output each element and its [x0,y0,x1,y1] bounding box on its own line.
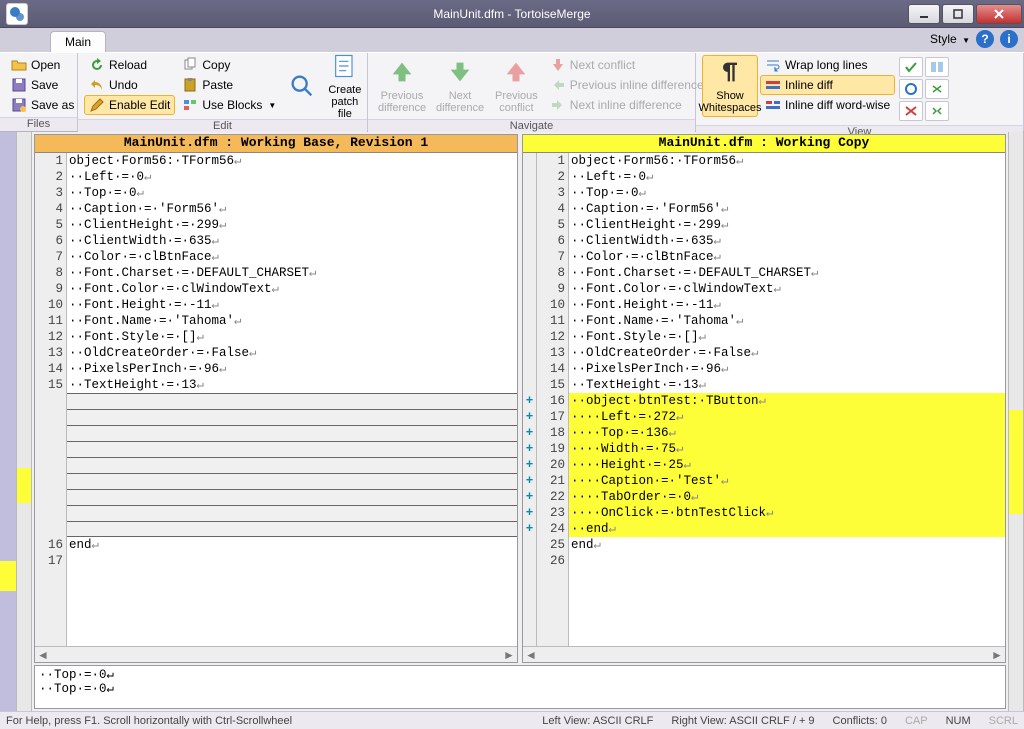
tab-main[interactable]: Main [50,31,106,52]
use-blocks-button[interactable]: Use Blocks▼ [177,95,281,115]
style-dropdown[interactable]: Style ▼ [930,32,970,46]
search-icon [288,72,316,100]
working-marker-gutter: +++++++++ [523,153,537,646]
inline-word-icon [765,97,781,113]
view-toggle-4[interactable] [925,79,949,99]
reload-button[interactable]: Reload [84,55,175,75]
base-hscroll[interactable]: ◄► [35,646,517,662]
next-inline-button[interactable]: Next inline difference [545,95,709,115]
ribbon-tabstrip: Main Style ▼ ? i [0,28,1024,52]
status-conflicts: Conflicts: 0 [833,715,887,727]
save-as-icon [11,97,27,113]
status-cap: CAP [905,715,928,727]
arrow-up-red-icon [502,58,530,86]
next-diff-button[interactable]: Next difference [432,55,488,117]
pencil-icon [89,97,105,113]
wrap-icon [765,57,781,73]
view-toggle-5[interactable] [899,101,923,121]
status-left-view: Left View: ASCII CRLF [542,715,653,727]
prev-inline-button[interactable]: Previous inline difference [545,75,709,95]
working-pane: MainUnit.dfm : Working Copy +++++++++ 12… [522,134,1006,663]
save-icon [11,77,27,93]
prev-conflict-button[interactable]: Previous conflict [490,55,543,117]
window-title: MainUnit.dfm - TortoiseMerge [0,7,1024,21]
copy-icon [182,57,198,73]
pilcrow-icon [716,58,744,86]
reload-icon [89,57,105,73]
working-pane-title: MainUnit.dfm : Working Copy [523,135,1005,153]
blocks-icon [182,97,198,113]
status-scrl: SCRL [989,715,1018,727]
base-code[interactable]: object·Form56:·TForm56↵··Left·=·0↵··Top·… [67,153,517,646]
open-button[interactable]: Open [6,55,79,75]
patch-icon [331,52,359,80]
undo-icon [89,77,105,93]
status-right-view: Right View: ASCII CRLF / + 9 [671,715,814,727]
working-code[interactable]: object·Form56:·TForm56↵··Left·=·0↵··Top·… [569,153,1005,646]
paste-button[interactable]: Paste [177,75,281,95]
bottom-merge-pane[interactable]: ··Top·=·0↵ ··Top·=·0↵ [34,665,1006,709]
status-help: For Help, press F1. Scroll horizontally … [6,715,292,727]
create-patch-button[interactable]: Create patch file [323,55,366,117]
next-conflict-button[interactable]: Next conflict [545,55,709,75]
ribbon: Open Save Save as Files Reload Undo Enab… [0,52,1024,132]
save-as-button[interactable]: Save as [6,95,79,115]
group-label-navigate: Navigate [368,119,695,132]
view-toggle-grid [897,55,951,123]
arrow-down-icon [446,58,474,86]
save-button[interactable]: Save [6,75,79,95]
title-bar: MainUnit.dfm - TortoiseMerge [0,0,1024,28]
paste-icon [182,77,198,93]
group-label-edit: Edit [78,119,367,132]
enable-edit-button[interactable]: Enable Edit [84,95,175,115]
working-hscroll[interactable]: ◄► [523,646,1005,662]
prev-diff-button[interactable]: Previous difference [374,55,430,117]
view-toggle-1[interactable] [899,57,923,77]
info-icon[interactable]: i [1000,30,1018,48]
inline-prev-icon [550,77,566,93]
find-button[interactable] [283,55,321,117]
view-toggle-3[interactable] [899,79,923,99]
left-overview-strip[interactable] [0,132,16,711]
show-whitespaces-button[interactable]: Show Whitespaces [702,55,758,117]
undo-button[interactable]: Undo [84,75,175,95]
base-pane-title: MainUnit.dfm : Working Base, Revision 1 [35,135,517,153]
group-label-files: Files [0,117,77,131]
wrap-lines-button[interactable]: Wrap long lines [760,55,895,75]
copy-button[interactable]: Copy [177,55,281,75]
view-toggle-2[interactable] [925,57,949,77]
status-bar: For Help, press F1. Scroll horizontally … [0,711,1024,729]
diff-area: MainUnit.dfm : Working Base, Revision 1 … [0,132,1024,711]
folder-open-icon [11,57,27,73]
base-gutter: 1234567891011121314151617 [35,153,67,646]
help-icon[interactable]: ? [976,30,994,48]
inline-next-icon [550,97,566,113]
status-num: NUM [946,715,971,727]
working-gutter: 1234567891011121314151617181920212223242… [537,153,569,646]
inline-diff-icon [765,77,781,93]
right-minimap[interactable] [1008,132,1024,711]
view-toggle-6[interactable] [925,101,949,121]
base-pane: MainUnit.dfm : Working Base, Revision 1 … [34,134,518,663]
inline-word-button[interactable]: Inline diff word-wise [760,95,895,115]
arrow-up-icon [388,58,416,86]
arrow-down-red-icon [550,57,566,73]
left-minimap[interactable] [16,132,32,711]
inline-diff-button[interactable]: Inline diff [760,75,895,95]
